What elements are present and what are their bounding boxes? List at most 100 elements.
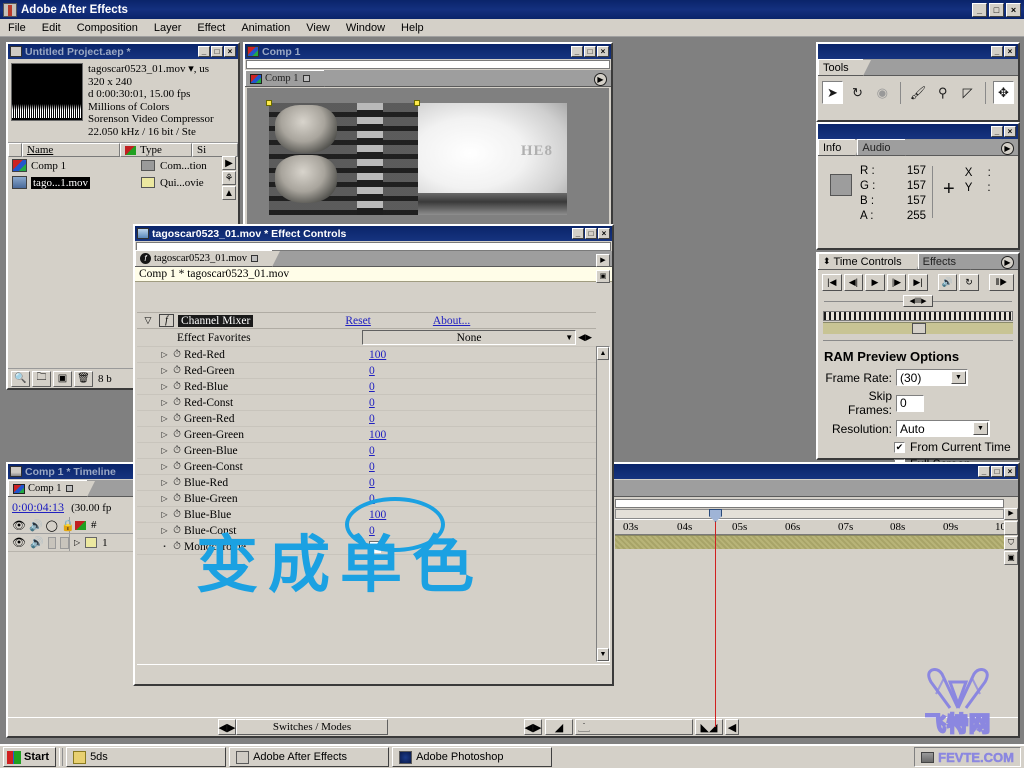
panel-menu-icon[interactable]: ▶	[1001, 256, 1014, 269]
orbit-camera-tool-icon[interactable]: ◉	[871, 81, 893, 104]
favorites-nav-arrows[interactable]: ◀▶	[578, 332, 592, 343]
layer-lock-toggle[interactable]	[60, 536, 69, 549]
stopwatch-icon[interactable]: ⏱	[170, 365, 184, 376]
minimize-button[interactable]: _	[972, 2, 987, 17]
tab-lock-icon[interactable]	[65, 485, 73, 492]
parameter-value[interactable]: 0	[369, 461, 375, 473]
ec-comp-toggle-icon[interactable]: ▣	[596, 270, 610, 283]
loop-button[interactable]: ↻	[959, 274, 979, 291]
start-button[interactable]: Start	[3, 747, 57, 767]
tab-info[interactable]: Info	[818, 139, 864, 156]
project-row-comp1[interactable]: Comp 1 Com...tion	[8, 157, 238, 174]
effect-twirl-icon[interactable]: ▽	[137, 315, 159, 326]
tab-effect-controls-footage[interactable]: f tagoscar0523_01.mov	[135, 250, 281, 267]
stopwatch-icon[interactable]: ⏱	[170, 397, 184, 408]
ec-scroll-up-icon[interactable]: ▲	[597, 347, 609, 360]
stopwatch-icon[interactable]: ⏱	[170, 349, 184, 360]
tab-lock-icon[interactable]	[251, 255, 259, 262]
param-twirl-icon[interactable]: ▪	[159, 544, 170, 550]
resolution-select[interactable]: Auto ▼	[896, 420, 990, 437]
menu-edit[interactable]: Edit	[34, 21, 69, 35]
time-marker-handle[interactable]	[912, 323, 927, 334]
shy-layers-icon[interactable]: ⛉	[1004, 536, 1018, 550]
layer-eye-icon[interactable]: 👁	[12, 536, 26, 549]
play-arrow-icon[interactable]: ▶	[222, 156, 236, 170]
stopwatch-icon[interactable]: ⏱	[170, 493, 184, 504]
timeline-vertical-scrollbar[interactable]: ▶ ⛉ ▣	[1004, 508, 1018, 704]
panel-menu-icon[interactable]: ▶	[594, 73, 607, 86]
from-current-time-checkbox[interactable]: ✔	[894, 441, 905, 453]
comp-horizontal-scrollbar[interactable]	[246, 60, 610, 69]
label-color-swatch[interactable]	[141, 160, 155, 171]
tab-time-controls[interactable]: ⬍ Time Controls	[818, 253, 924, 270]
time-work-area-bar[interactable]	[823, 322, 1013, 334]
stopwatch-icon[interactable]: ⏱	[170, 429, 184, 440]
parameter-row[interactable]: ▷ ⏱ Green-Blue 0	[137, 443, 596, 459]
rotate-tool-icon[interactable]: ↻	[847, 81, 868, 104]
from-current-time-row[interactable]: ✔ From Current Time	[894, 440, 1018, 454]
effect-favorites-select[interactable]: None ▼	[362, 330, 577, 345]
parameter-value[interactable]: 100	[369, 349, 386, 361]
switches-toggle-arrows[interactable]: ◀▶	[218, 719, 236, 735]
scroll-thumb[interactable]	[1004, 521, 1018, 535]
selection-tool-icon[interactable]: ➤	[822, 81, 844, 104]
param-twirl-icon[interactable]: ▷	[159, 398, 170, 407]
previous-frame-button[interactable]: ◀|	[843, 274, 864, 291]
param-twirl-icon[interactable]: ▷	[159, 462, 170, 471]
layer-label-swatch[interactable]	[85, 537, 98, 548]
chevron-down-icon[interactable]: ▼	[951, 371, 966, 384]
project-maximize-button[interactable]: □	[211, 46, 223, 57]
stopwatch-icon[interactable]: ⏱	[170, 541, 184, 552]
switches-modes-button[interactable]: Switches / Modes	[236, 719, 388, 735]
stopwatch-icon[interactable]: ⏱	[170, 413, 184, 424]
project-minimize-button[interactable]: _	[198, 46, 210, 57]
eye-icon[interactable]: 👁	[12, 519, 26, 532]
layer-audio-icon[interactable]: 🔊	[30, 536, 44, 549]
ec-scroll-down-icon[interactable]: ▼	[597, 648, 609, 661]
menu-window[interactable]: Window	[338, 21, 393, 35]
tools-minimize-button[interactable]: _	[991, 46, 1003, 57]
parameter-row[interactable]: ▷ ⏱ Green-Green 100	[137, 427, 596, 443]
stopwatch-icon[interactable]: ⏱	[170, 381, 184, 392]
zoom-slider-thumb[interactable]	[578, 722, 590, 732]
tab-lock-icon[interactable]	[302, 75, 310, 82]
maximize-button[interactable]: □	[989, 2, 1004, 17]
param-twirl-icon[interactable]: ▷	[159, 494, 170, 503]
param-twirl-icon[interactable]: ▷	[159, 430, 170, 439]
parameter-row[interactable]: ▷ ⏱ Red-Const 0	[137, 395, 596, 411]
param-twirl-icon[interactable]: ▷	[159, 510, 170, 519]
info-close-button[interactable]: ×	[1004, 126, 1016, 137]
parameter-row[interactable]: ▷ ⏱ Green-Red 0	[137, 411, 596, 427]
menu-view[interactable]: View	[298, 21, 338, 35]
skip-frames-input[interactable]: 0	[896, 394, 924, 412]
stopwatch-icon[interactable]: ⏱	[170, 445, 184, 456]
taskbar-item-after-effects[interactable]: Adobe After Effects	[229, 747, 390, 767]
tab-audio[interactable]: Audio	[857, 139, 913, 156]
effect-enable-fx-icon[interactable]: f	[159, 314, 174, 327]
current-time-indicator[interactable]	[709, 509, 722, 727]
work-area-bar[interactable]	[615, 509, 1004, 519]
parameter-value[interactable]: 0	[369, 381, 375, 393]
stopwatch-icon[interactable]: ⏱	[170, 477, 184, 488]
info-minimize-button[interactable]: _	[991, 126, 1003, 137]
tools-close-button[interactable]: ×	[1004, 46, 1016, 57]
effect-name[interactable]: Channel Mixer	[178, 314, 254, 327]
parameter-row[interactable]: ▷ ⏱ Green-Const 0	[137, 459, 596, 475]
set-proxy-icon[interactable]: ⚘	[222, 171, 236, 185]
timeline-layer-row[interactable]: 👁 🔊 ▷ 1	[8, 534, 133, 552]
param-twirl-icon[interactable]: ▷	[159, 414, 170, 423]
parameter-value[interactable]: 0	[369, 445, 375, 457]
layer-handle-tc[interactable]	[414, 100, 420, 106]
stopwatch-icon[interactable]: ⏱	[170, 461, 184, 472]
new-composition-icon[interactable]: ▣	[53, 370, 72, 387]
zoom-slider[interactable]	[575, 719, 693, 735]
menu-animation[interactable]: Animation	[233, 21, 298, 35]
stopwatch-icon[interactable]: ⏱	[170, 525, 184, 536]
taskbar-item-5ds[interactable]: 5ds	[66, 747, 227, 767]
chevron-down-icon[interactable]: ▼	[565, 333, 573, 342]
ec-vertical-scrollbar[interactable]: ▲ ▼	[596, 346, 610, 662]
tab-effects[interactable]: Effects	[917, 253, 979, 270]
eraser-tool-icon[interactable]: ◸	[957, 81, 979, 104]
search-icon[interactable]: 🔍	[11, 370, 30, 387]
chevron-down-icon[interactable]: ▼	[973, 422, 988, 435]
